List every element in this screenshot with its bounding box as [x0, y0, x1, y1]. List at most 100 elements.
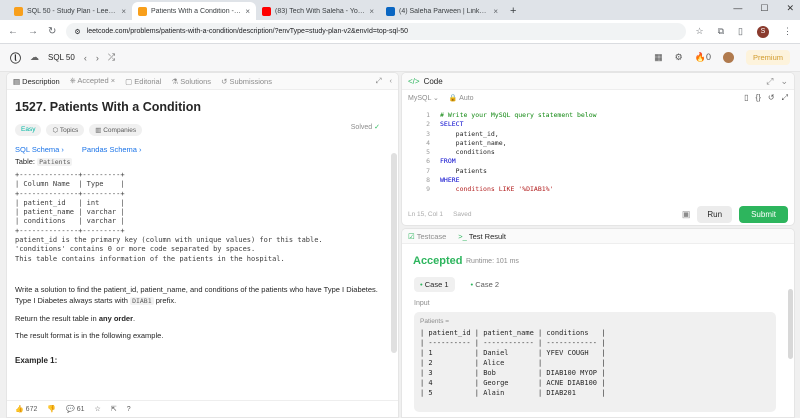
- reload-icon[interactable]: ↻: [48, 26, 56, 37]
- expand-icon[interactable]: ⤢: [766, 76, 773, 87]
- companies-tag[interactable]: ▥ Companies: [89, 124, 143, 136]
- tab-testcase[interactable]: ☑ Testcase: [408, 232, 446, 241]
- tab-label: Test Result: [468, 231, 506, 241]
- case-2-tab[interactable]: • Case 2: [465, 277, 506, 292]
- window-controls: — ☐ ✕: [733, 3, 794, 14]
- profile-avatar[interactable]: S: [757, 25, 769, 38]
- share-icon[interactable]: ⇱: [111, 405, 117, 413]
- code-text: patient_name,: [440, 138, 507, 147]
- close-tab-icon[interactable]: ×: [121, 7, 126, 16]
- sidebar-icon[interactable]: ▯: [738, 26, 743, 37]
- sql-schema-link[interactable]: SQL Schema ›: [15, 145, 64, 154]
- premium-button[interactable]: Premium: [745, 50, 790, 65]
- difficulty-tag[interactable]: Easy: [15, 124, 42, 136]
- streak-icon[interactable]: 🔥0: [695, 52, 711, 63]
- test-result-panel: ☑ Testcase >_ Test Result Accepted Runti…: [401, 228, 795, 418]
- new-tab-icon[interactable]: +: [510, 5, 516, 17]
- browser-tab-2[interactable]: Patients With a Condition - LeetCode ×: [132, 2, 256, 20]
- terminal-icon: >_: [458, 231, 467, 241]
- browser-tab-1[interactable]: SQL 50 - Study Plan - LeetCode ×: [8, 2, 132, 20]
- close-tab-icon[interactable]: ×: [493, 7, 498, 16]
- run-button[interactable]: Run: [697, 205, 733, 223]
- submit-button[interactable]: Submit: [739, 205, 788, 223]
- study-plan-icon: ☁: [30, 52, 39, 62]
- help-icon[interactable]: ?: [127, 406, 131, 413]
- back-icon[interactable]: ←: [8, 26, 18, 37]
- tab-title: (4) Saleha Parween | LinkedIn: [399, 7, 490, 15]
- like-button[interactable]: 👍 672: [15, 405, 37, 413]
- forward-icon[interactable]: →: [28, 26, 38, 37]
- next-problem-icon[interactable]: ›: [96, 53, 99, 63]
- tab-accepted[interactable]: ⎈ Accepted ×: [70, 76, 115, 86]
- tab-solutions[interactable]: ⚗ Solutions: [171, 77, 211, 86]
- pass-dot-icon: •: [420, 280, 423, 289]
- browser-tab-3[interactable]: (83) Tech With Saleha - YouTube ×: [256, 2, 380, 20]
- mode-label: Auto: [459, 95, 474, 102]
- bookmark-star-icon[interactable]: ☆: [696, 26, 704, 37]
- code-text: patient_id,: [440, 129, 499, 138]
- collapse-icon[interactable]: ‹: [390, 76, 393, 86]
- tab-editorial[interactable]: ▢ Editorial: [125, 77, 161, 86]
- code-line: 1 # Write your MySQL query statement belo…: [426, 111, 597, 119]
- layout-icon[interactable]: ▦: [654, 52, 663, 63]
- language-select[interactable]: MySQL ⌄: [408, 94, 439, 102]
- save-status: Saved: [453, 210, 472, 218]
- url-field[interactable]: ⚙ leetcode.com/problems/patients-with-a-…: [66, 23, 686, 40]
- favorite-star-icon[interactable]: ☆: [95, 405, 101, 413]
- topics-tag[interactable]: ⬡ Topics: [46, 124, 85, 136]
- code-text: Patients: [440, 166, 487, 175]
- language-label: MySQL: [408, 95, 432, 102]
- code-line: 3 patient_id,: [426, 129, 499, 138]
- code-text: # Write your MySQL query statement below: [440, 111, 597, 119]
- editor-title: Code: [423, 76, 443, 86]
- minimize-icon[interactable]: —: [733, 3, 742, 14]
- fullscreen-icon[interactable]: ⤢: [782, 93, 788, 103]
- close-tab-icon[interactable]: ×: [245, 7, 250, 16]
- settings-icon[interactable]: ⚙: [675, 52, 683, 63]
- study-plan-title[interactable]: SQL 50: [48, 53, 75, 62]
- browser-tab-4[interactable]: (4) Saleha Parween | LinkedIn ×: [380, 2, 504, 20]
- extensions-icon[interactable]: ⧉: [718, 26, 724, 37]
- result-tabs: ☑ Testcase >_ Test Result: [402, 229, 794, 244]
- pandas-schema-link[interactable]: Pandas Schema ›: [82, 145, 142, 154]
- collapse-icon[interactable]: ⌄: [780, 76, 788, 87]
- code-area[interactable]: 1 # Write your MySQL query statement belo…: [402, 111, 794, 195]
- tab-title: SQL 50 - Study Plan - LeetCode: [27, 7, 118, 15]
- site-info-icon[interactable]: ⚙: [74, 28, 80, 36]
- tab-submissions[interactable]: ↺ Submissions: [221, 77, 272, 86]
- user-avatar[interactable]: [722, 52, 734, 63]
- code-icon: </>: [408, 76, 420, 86]
- editor-footer: Ln 15, Col 1 Saved ▣ Run Submit: [402, 203, 794, 225]
- tab-test-result[interactable]: >_ Test Result: [458, 232, 506, 241]
- statement-end: prefix.: [155, 295, 177, 305]
- maximize-icon[interactable]: ☐: [760, 3, 768, 14]
- tab-label: Submissions: [229, 76, 272, 86]
- description-panel: ▤ Description ⎈ Accepted × ▢ Editorial ⚗…: [6, 72, 399, 418]
- tab-description[interactable]: ▤ Description: [13, 77, 60, 86]
- case-1-tab[interactable]: • Case 1: [414, 277, 455, 292]
- menu-dots-icon[interactable]: ⋮: [783, 26, 792, 37]
- autocomplete-toggle[interactable]: 🔒 Auto: [449, 94, 474, 102]
- table-label: Table:: [15, 157, 36, 166]
- expand-icon[interactable]: ⤢: [376, 76, 382, 86]
- description-scrollbar[interactable]: [391, 153, 397, 353]
- close-tab-icon[interactable]: ×: [369, 7, 374, 16]
- format-icon[interactable]: {}: [756, 93, 761, 103]
- comments-button[interactable]: 💬 61: [66, 405, 84, 413]
- result-scrollbar[interactable]: [788, 289, 793, 359]
- code-text: SELECT: [440, 120, 464, 129]
- tag-label: Topics: [59, 127, 79, 134]
- tag-label: Companies: [103, 127, 137, 134]
- leetcode-logo-icon[interactable]: ⓛ: [10, 50, 21, 66]
- youtube-favicon-icon: [262, 6, 271, 16]
- pass-dot-icon: •: [470, 280, 474, 289]
- console-icon[interactable]: ▣: [682, 209, 691, 220]
- reset-icon[interactable]: ↺: [768, 93, 775, 103]
- close-window-icon[interactable]: ✕: [786, 3, 794, 14]
- dislike-button[interactable]: 👎: [47, 405, 56, 413]
- bookmark-icon[interactable]: ▯: [744, 93, 748, 103]
- code-line: 4 patient_name,: [426, 138, 507, 147]
- shuffle-icon[interactable]: ⤮: [108, 52, 115, 63]
- tag-row: Easy ⬡ Topics ▥ Companies: [15, 124, 390, 136]
- prev-problem-icon[interactable]: ‹: [84, 53, 87, 63]
